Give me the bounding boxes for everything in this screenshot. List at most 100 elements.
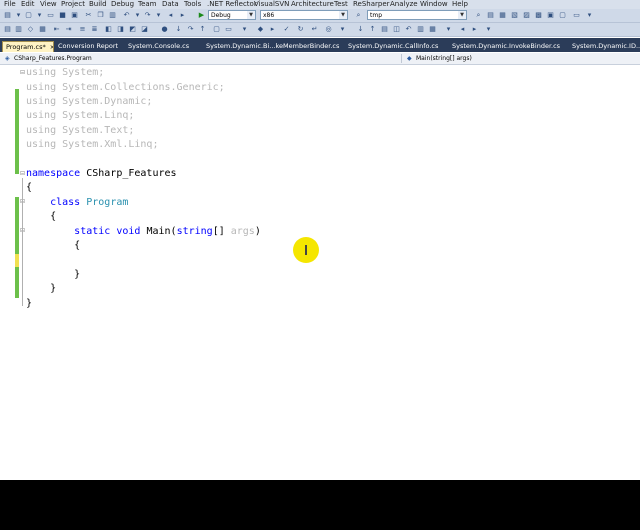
clear-bookmarks-icon[interactable]: ◪ bbox=[140, 25, 149, 34]
team-explorer-icon[interactable]: ▢ bbox=[558, 11, 567, 20]
find-combo[interactable]: tmp ▼ bbox=[367, 10, 467, 20]
previous-bookmark-icon[interactable]: ◨ bbox=[116, 25, 125, 34]
dropdown-arrow-icon[interactable]: ▾ bbox=[154, 11, 163, 20]
breakpoint-icon[interactable]: ● bbox=[160, 25, 169, 34]
svn-revert-icon[interactable]: ↶ bbox=[404, 25, 413, 34]
solution-platform-select[interactable]: x86 ▼ bbox=[260, 10, 348, 20]
menu-analyze[interactable]: Analyze bbox=[390, 0, 418, 9]
undo-icon[interactable]: ↶ bbox=[122, 11, 131, 20]
menu-team[interactable]: Team bbox=[138, 0, 157, 9]
solution-explorer-icon[interactable]: ▤ bbox=[486, 11, 495, 20]
dropdown-arrow-icon[interactable]: ▾ bbox=[484, 25, 493, 34]
resharper-icon[interactable]: ◆ bbox=[256, 25, 265, 34]
back-icon[interactable]: ◂ bbox=[458, 25, 467, 34]
menu-edit[interactable]: Edit bbox=[21, 0, 35, 9]
dropdown-arrow-icon[interactable]: ▾ bbox=[133, 11, 142, 20]
tab-dynamic-id[interactable]: System.Dynamic.ID...aO bbox=[569, 41, 640, 52]
menu-tools[interactable]: Tools bbox=[184, 0, 201, 9]
start-page-icon[interactable]: ▩ bbox=[534, 11, 543, 20]
svn-update-icon[interactable]: ↓ bbox=[356, 25, 365, 34]
menu-net-reflector[interactable]: .NET Reflector bbox=[207, 0, 257, 9]
menu-file[interactable]: File bbox=[4, 0, 16, 9]
extension-manager-icon[interactable]: ▭ bbox=[572, 11, 581, 20]
svn-commit-icon[interactable]: ↑ bbox=[368, 25, 377, 34]
unit-test-icon[interactable]: ✓ bbox=[282, 25, 291, 34]
menu-visualsvn[interactable]: VisualSVN bbox=[254, 0, 289, 9]
dropdown-arrow-icon[interactable]: ▾ bbox=[338, 25, 347, 34]
properties-icon[interactable]: ▦ bbox=[498, 11, 507, 20]
code-editor[interactable]: ⊟ ⊟ ⊟ ⊟ using System; using System.Colle… bbox=[0, 65, 640, 480]
class-view-icon[interactable]: ▣ bbox=[546, 11, 555, 20]
dropdown-arrow-icon[interactable]: ▾ bbox=[444, 25, 453, 34]
step-out-icon[interactable]: ↑ bbox=[198, 25, 207, 34]
navigate-icon[interactable]: ↵ bbox=[310, 25, 319, 34]
collapse-icon[interactable]: ⊟ bbox=[19, 170, 26, 177]
dropdown-arrow-icon[interactable]: ▾ bbox=[240, 25, 249, 34]
menu-build[interactable]: Build bbox=[89, 0, 107, 9]
menu-project[interactable]: Project bbox=[61, 0, 85, 9]
comment-lines-icon[interactable]: ≡ bbox=[78, 25, 87, 34]
type-dropdown[interactable]: ◈ CSharp_Features.Program bbox=[2, 54, 402, 63]
increase-indent-icon[interactable]: ⇥ bbox=[64, 25, 73, 34]
next-bookmark-icon[interactable]: ◩ bbox=[128, 25, 137, 34]
tab-program-cs[interactable]: Program.cs* × bbox=[2, 41, 54, 52]
cut-icon[interactable]: ✂ bbox=[84, 11, 93, 20]
step-over-icon[interactable]: ↷ bbox=[186, 25, 195, 34]
save-icon[interactable]: ■ bbox=[58, 11, 67, 20]
solution-configuration-select[interactable]: Debug ▼ bbox=[208, 10, 256, 20]
menu-view[interactable]: View bbox=[40, 0, 57, 9]
svn-repo-icon[interactable]: ▦ bbox=[428, 25, 437, 34]
menu-help[interactable]: Help bbox=[452, 0, 468, 9]
collapse-icon[interactable]: ⊟ bbox=[19, 69, 26, 76]
quick-info-icon[interactable]: ◇ bbox=[26, 25, 35, 34]
menu-window[interactable]: Window bbox=[420, 0, 448, 9]
inspect-icon[interactable]: ◎ bbox=[324, 25, 333, 34]
hex-display-icon[interactable]: ▢ bbox=[212, 25, 221, 34]
uncomment-lines-icon[interactable]: ≣ bbox=[90, 25, 99, 34]
complete-word-icon[interactable]: ▦ bbox=[38, 25, 47, 34]
svn-log-icon[interactable]: ▤ bbox=[380, 25, 389, 34]
toolbox-icon[interactable]: ▨ bbox=[522, 11, 531, 20]
menu-data[interactable]: Data bbox=[162, 0, 179, 9]
show-threads-icon[interactable]: ▭ bbox=[224, 25, 233, 34]
navigate-forward-icon[interactable]: ▸ bbox=[178, 11, 187, 20]
code-line: } bbox=[50, 283, 57, 294]
menu-test[interactable]: Test bbox=[334, 0, 348, 9]
svn-diff-icon[interactable]: ◫ bbox=[392, 25, 401, 34]
add-item-icon[interactable]: ▢ bbox=[24, 11, 33, 20]
dropdown-arrow-icon[interactable]: ▾ bbox=[35, 11, 44, 20]
toggle-bookmark-icon[interactable]: ◧ bbox=[104, 25, 113, 34]
start-debugging-icon[interactable]: ▶ bbox=[197, 11, 206, 20]
tab-invoke-member-binder[interactable]: System.Dynamic.Bi...keMemberBinder.cs bbox=[203, 41, 345, 52]
tab-invoke-binder[interactable]: System.Dynamic.InvokeBinder.cs bbox=[449, 41, 569, 52]
svn-blame-icon[interactable]: ▥ bbox=[416, 25, 425, 34]
find-in-files-icon[interactable]: ⌕ bbox=[354, 11, 363, 20]
new-project-icon[interactable]: ▤ bbox=[3, 11, 12, 20]
navigate-back-icon[interactable]: ◂ bbox=[166, 11, 175, 20]
close-icon[interactable]: × bbox=[50, 44, 53, 51]
paste-icon[interactable]: ▥ bbox=[108, 11, 117, 20]
open-folder-icon[interactable]: ▭ bbox=[46, 11, 55, 20]
step-into-icon[interactable]: ↓ bbox=[174, 25, 183, 34]
tab-call-info[interactable]: System.Dynamic.CallInfo.cs bbox=[345, 41, 449, 52]
redo-icon[interactable]: ↷ bbox=[143, 11, 152, 20]
tab-system-console[interactable]: System.Console.cs bbox=[125, 41, 203, 52]
decrease-indent-icon[interactable]: ⇤ bbox=[52, 25, 61, 34]
member-dropdown[interactable]: ◆ Main(string[] args) bbox=[404, 54, 640, 63]
refactor-icon[interactable]: ↻ bbox=[296, 25, 305, 34]
menu-debug[interactable]: Debug bbox=[111, 0, 134, 9]
copy-icon[interactable]: ❐ bbox=[96, 11, 105, 20]
object-browser-icon[interactable]: ▧ bbox=[510, 11, 519, 20]
find-icon[interactable]: ⌕ bbox=[474, 11, 483, 20]
display-object-member-list-icon[interactable]: ▤ bbox=[3, 25, 12, 34]
menu-resharper[interactable]: ReSharper bbox=[353, 0, 390, 9]
save-all-icon[interactable]: ▣ bbox=[70, 11, 79, 20]
menu-architecture[interactable]: Architecture bbox=[291, 0, 334, 9]
resharper-run-icon[interactable]: ▸ bbox=[268, 25, 277, 34]
dropdown-arrow-icon[interactable]: ▾ bbox=[14, 11, 23, 20]
forward-icon[interactable]: ▸ bbox=[470, 25, 479, 34]
type-dropdown-value: CSharp_Features.Program bbox=[14, 55, 92, 62]
parameter-info-icon[interactable]: ▥ bbox=[14, 25, 23, 34]
tab-conversion-report[interactable]: Conversion Report bbox=[55, 41, 125, 52]
dropdown-arrow-icon[interactable]: ▾ bbox=[585, 11, 594, 20]
